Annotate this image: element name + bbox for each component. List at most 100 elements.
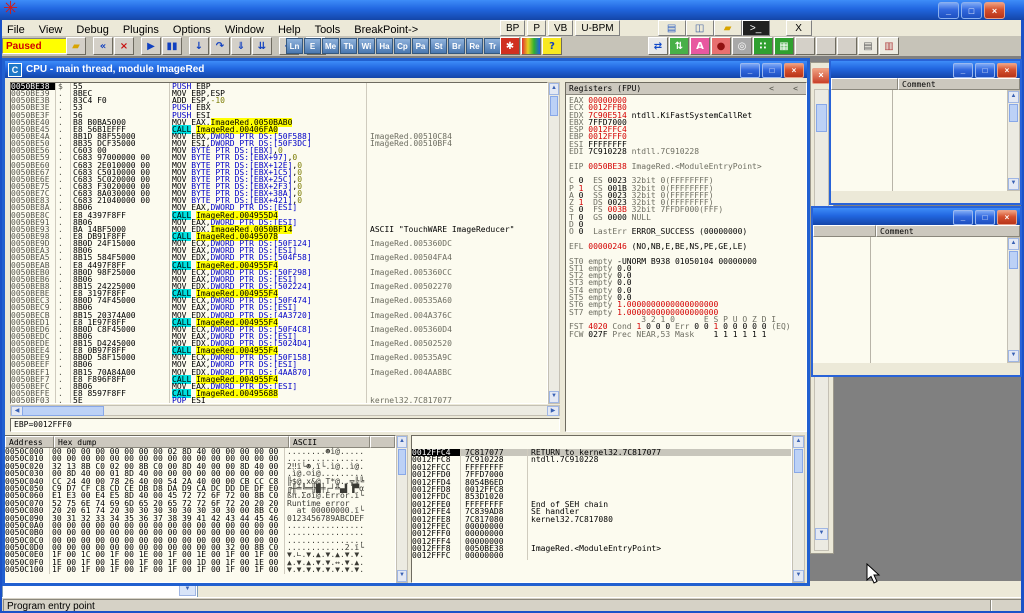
patch-icon[interactable]: ∷	[753, 37, 773, 55]
updown-icon[interactable]: ⇅	[669, 37, 689, 55]
scroll-up-icon[interactable]: ▲	[549, 83, 559, 95]
scrollbar[interactable]: ▲ ▼	[1007, 90, 1020, 191]
pane-button-ln[interactable]: Ln	[286, 38, 303, 54]
maximize-button[interactable]: □	[975, 63, 995, 78]
close-button[interactable]: ×	[997, 210, 1017, 225]
empty-button[interactable]	[795, 37, 815, 55]
comment-column-header[interactable]: Comment	[876, 225, 1020, 237]
calculator-icon[interactable]: ◫	[686, 20, 714, 36]
animate-over-icon[interactable]: ⇊	[252, 37, 272, 55]
pane-button-pa[interactable]: Pa	[412, 38, 429, 54]
register-line[interactable]: FCW 027F Prec NEAR,53 Mask 1 1 1 1 1 1	[569, 331, 806, 338]
pane-button-br[interactable]: Br	[448, 38, 465, 54]
cpu-maximize-button[interactable]: □	[762, 63, 782, 78]
stack-row[interactable]: 0012FFFC00000000	[412, 552, 791, 559]
menu-item-debug[interactable]: Debug	[69, 23, 115, 37]
stack-scrollbar[interactable]: ▲ ▼	[792, 435, 805, 583]
scroll-down-icon[interactable]: ▼	[1008, 350, 1019, 362]
restore-button[interactable]: □	[961, 2, 982, 19]
toolbar-close-icon[interactable]: X	[786, 20, 812, 36]
scroll-right-icon[interactable]: ▶	[547, 406, 559, 416]
disasm-row[interactable]: 0050BE3B.83C4 F0ADD ESP,-10	[11, 97, 547, 104]
restart-icon[interactable]: «	[93, 37, 113, 55]
minimize-button[interactable]: _	[938, 2, 959, 19]
appearance-icon[interactable]	[521, 37, 541, 55]
menu-item-help[interactable]: Help	[271, 23, 308, 37]
assemble-icon[interactable]: A	[690, 37, 710, 55]
trace-icon[interactable]: ◎	[732, 37, 752, 55]
dump-pane[interactable]: Address Hex dump ASCII 0050C00000 00 00 …	[5, 435, 396, 583]
register-line[interactable]: EIP 0050BE38 ImageRed.<ModuleEntryPoint>	[569, 163, 806, 170]
close-button[interactable]: ×	[984, 2, 1005, 19]
scroll-up-icon[interactable]: ▲	[1008, 238, 1019, 250]
options-gear-icon[interactable]: ✱	[500, 37, 520, 55]
menu-button-u-bpm[interactable]: U-BPM	[575, 20, 619, 36]
scroll-down-icon[interactable]: ▼	[1008, 178, 1019, 190]
cpu-titlebar[interactable]: C CPU - main thread, module ImageRed _ □…	[5, 61, 807, 78]
comment-column-header[interactable]: Comment	[898, 78, 1020, 90]
scrollbar[interactable]: ▲ ▼	[1007, 237, 1020, 363]
pane-button-e[interactable]: E	[304, 38, 321, 54]
disasm-row[interactable]: 0050BEFE.E8 8597F8FFCALL ImageRed.004956…	[11, 390, 547, 397]
notes-icon[interactable]: ▥	[879, 37, 899, 55]
scroll-up-icon[interactable]: ▲	[397, 436, 407, 448]
menu-item-breakpoint[interactable]: BreakPoint->	[347, 23, 425, 37]
breakpoint-icon[interactable]: ●	[711, 37, 731, 55]
run-icon[interactable]: ▶	[141, 37, 161, 55]
menu-item-file[interactable]: File	[0, 23, 32, 37]
menu-item-tools[interactable]: Tools	[308, 23, 348, 37]
cpu-minimize-button[interactable]: _	[740, 63, 760, 78]
scroll-down-icon[interactable]: ▼	[549, 391, 559, 403]
step-into-icon[interactable]: ↓	[189, 37, 209, 55]
empty-button[interactable]	[837, 37, 857, 55]
minimize-button[interactable]: _	[953, 63, 973, 78]
menu-item-view[interactable]: View	[32, 23, 70, 37]
disassembly-scrollbar[interactable]: ▲ ▼	[548, 82, 560, 404]
help-icon[interactable]: ?	[542, 37, 562, 55]
tiles-icon[interactable]: ▦	[774, 37, 794, 55]
notepad-icon[interactable]: ▤	[658, 20, 686, 36]
registers-pane[interactable]: Registers (FPU) < < EAX 00000000ECX 0012…	[565, 82, 807, 432]
empty-button[interactable]	[816, 37, 836, 55]
register-line[interactable]: T 0 GS 0000 NULL	[569, 214, 806, 221]
disasm-row[interactable]: 0050BE3E.53PUSH EBX	[11, 104, 547, 111]
pane-button-ha[interactable]: Ha	[376, 38, 393, 54]
pane-button-re[interactable]: Re	[466, 38, 483, 54]
pane-button-me[interactable]: Me	[322, 38, 339, 54]
register-line[interactable]: O 0 LastErr ERROR_SUCCESS (00000000)	[569, 228, 806, 235]
menu-item-plugins[interactable]: Plugins	[116, 23, 166, 37]
cpu-close-button[interactable]: ×	[784, 63, 804, 78]
scroll-down-icon[interactable]: ▼	[397, 570, 407, 582]
registers-header-arrows[interactable]: < <	[769, 84, 798, 93]
dump-row[interactable]: 0050C1001F 00 1F 00 1F 00 1F 00 1F 00 1F…	[5, 566, 395, 573]
scroll-up-icon[interactable]: ▲	[1008, 91, 1019, 103]
scroll-down-icon[interactable]: ▼	[793, 570, 804, 582]
register-line[interactable]: EDI 7C910228 ntdll.7C910228	[569, 148, 806, 155]
menu-item-options[interactable]: Options	[166, 23, 218, 37]
animate-into-icon[interactable]: ⇓	[231, 37, 251, 55]
pane-button-st[interactable]: St	[430, 38, 447, 54]
log-icon[interactable]: ▤	[858, 37, 878, 55]
disassembly-hscrollbar[interactable]: ◀ ▶	[10, 405, 560, 416]
disasm-row[interactable]: 0050BF03.5EPOP ESIkernel32.7C817077	[11, 397, 547, 404]
stack-pane[interactable]: 0012FFC47C817077RETURN to kernel32.7C817…	[411, 435, 792, 583]
console-icon[interactable]: >_	[742, 20, 770, 36]
pane-button-wi[interactable]: Wi	[358, 38, 375, 54]
close-icon[interactable]: ×	[812, 68, 830, 84]
step-over-icon[interactable]: ↷	[210, 37, 230, 55]
pause-icon[interactable]: ▮▮	[162, 37, 182, 55]
close-program-icon[interactable]: ×	[114, 37, 134, 55]
maximize-button[interactable]: □	[975, 210, 995, 225]
comment-window-top-titlebar[interactable]: _ □ ×	[831, 61, 1020, 78]
comment-window-middle-titlebar[interactable]: _ □ ×	[813, 208, 1020, 225]
menu-button-bp[interactable]: BP	[500, 20, 525, 36]
register-line[interactable]: EFL 00000246 (NO,NB,E,BE,NS,PE,GE,LE)	[569, 243, 806, 250]
folder-icon[interactable]: ▰	[714, 20, 742, 36]
menu-button-p[interactable]: P	[527, 20, 546, 36]
pane-button-tr[interactable]: Tr	[484, 38, 501, 54]
minimize-button[interactable]: _	[953, 210, 973, 225]
disassembly-pane[interactable]: 0050BE38$55PUSH EBP0050BE39.8BECMOV EBP,…	[10, 82, 548, 404]
app-titlebar[interactable]: ✳ _ □ ×	[0, 0, 1024, 20]
open-file-icon[interactable]: ▰	[66, 37, 86, 55]
menu-item-window[interactable]: Window	[218, 23, 271, 37]
